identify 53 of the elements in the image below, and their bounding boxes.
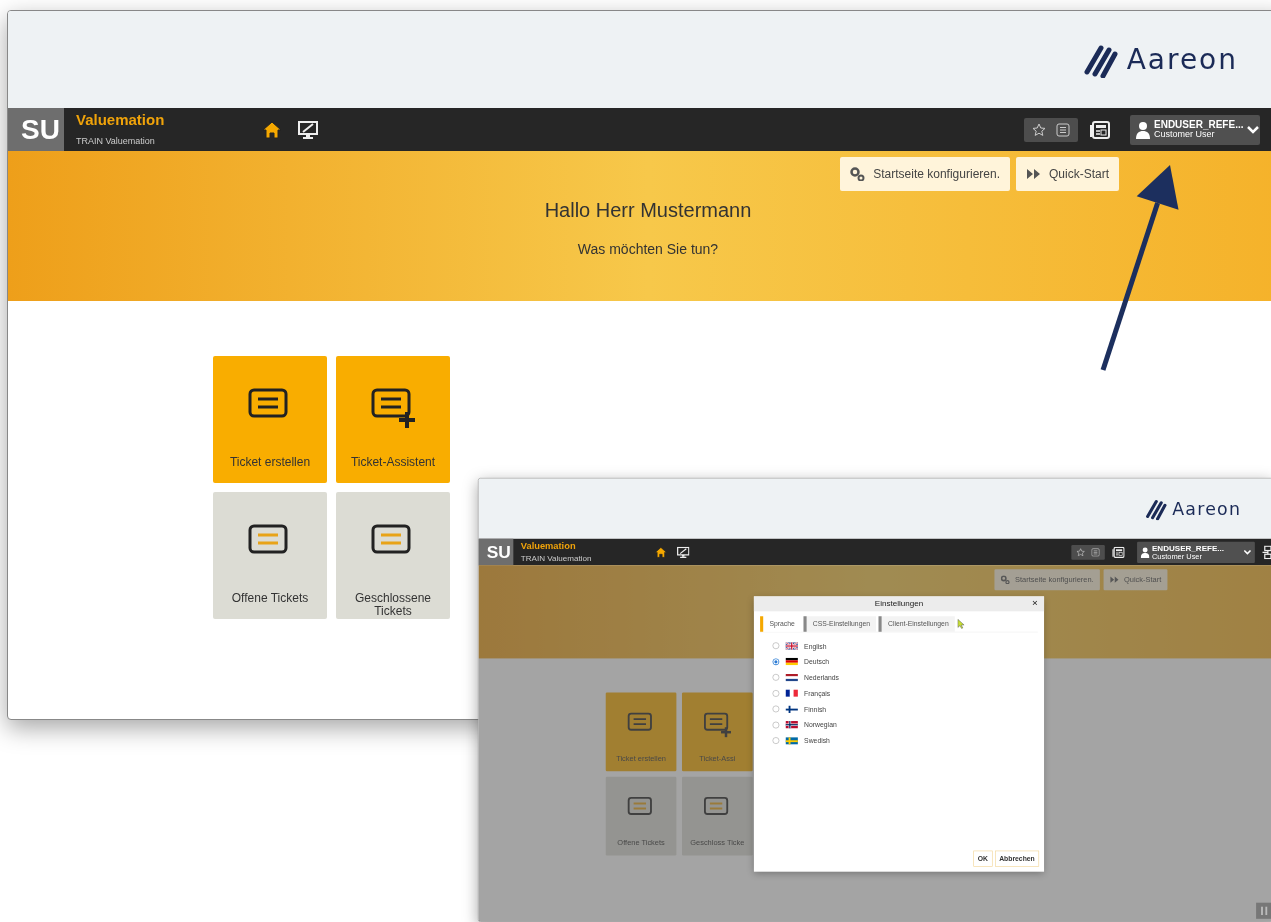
radio-button[interactable] — [772, 705, 780, 713]
logo-icon — [1144, 497, 1168, 520]
dialog-title: Einstellungen — [874, 598, 924, 610]
banner-button[interactable]: Startseite konfigurieren. — [840, 157, 1010, 191]
chevron-icon — [1243, 549, 1252, 555]
radio-button[interactable] — [772, 721, 780, 729]
union-flag-icon — [785, 642, 798, 650]
app-subtitle: TRAIN Valuemation — [520, 554, 593, 563]
home-icon[interactable] — [262, 120, 282, 139]
banner-button[interactable]: Quick-Start — [1016, 157, 1119, 191]
app-subtitle: TRAIN Valuemation — [76, 136, 156, 147]
brand-logo: SU — [8, 108, 64, 151]
tricolour-flag-icon — [785, 689, 798, 697]
app-name: Valuemation — [520, 541, 577, 552]
fast-forward-icon — [1109, 575, 1120, 584]
nordic-cross-flag-icon — [785, 705, 798, 713]
cursor-icon — [957, 618, 965, 629]
nordic-cross-flag-icon — [785, 721, 798, 729]
star-icon[interactable] — [1032, 122, 1046, 137]
radio-button[interactable] — [772, 737, 780, 745]
nordic-cross-flag-icon — [785, 737, 798, 745]
user-name: ENDUSER_REFE... — [1151, 543, 1226, 553]
newspaper-icon[interactable] — [1090, 120, 1110, 139]
radio-button[interactable] — [772, 674, 780, 681]
home-icon[interactable] — [654, 546, 668, 558]
logo-text: Aareon — [1126, 41, 1238, 78]
user-menu[interactable]: ENDUSER_REFE... Customer User — [1130, 114, 1260, 145]
fast-forward-icon — [1026, 167, 1041, 181]
tile-button[interactable]: Offene Tickets — [213, 492, 327, 619]
radio-button[interactable] — [772, 642, 780, 650]
tile-button[interactable]: Geschlossene Tickets — [336, 492, 450, 619]
close-button[interactable]: × — [1030, 597, 1040, 608]
logo-text: Aareon — [1172, 497, 1242, 521]
striped-flag-icon — [785, 673, 798, 682]
greeting-heading: Hallo Herr Mustermann — [544, 198, 752, 223]
striped-flag-icon — [785, 657, 798, 666]
ticket-plus-icon — [369, 386, 417, 430]
radio-button[interactable] — [772, 658, 780, 666]
gears-icon — [850, 167, 866, 181]
brand-logo: SU — [478, 538, 514, 566]
greeting-question: Was möchten Sie tun? — [577, 240, 719, 259]
pause-icon[interactable] — [1256, 902, 1271, 919]
user-name: ENDUSER_REFE... — [1154, 119, 1244, 131]
monitor-icon[interactable] — [298, 120, 318, 139]
list-icon[interactable] — [1056, 122, 1070, 137]
user-icon — [1140, 546, 1150, 558]
tile-button[interactable]: Ticket-Assistent — [336, 356, 450, 483]
tile-button[interactable]: Ticket erstellen — [213, 356, 327, 483]
user-role: Customer User — [1154, 130, 1215, 140]
ticket-plus-icon — [702, 711, 733, 739]
chevron-icon — [1247, 125, 1260, 134]
app-name: Valuemation — [76, 112, 166, 129]
user-icon — [1136, 120, 1150, 139]
